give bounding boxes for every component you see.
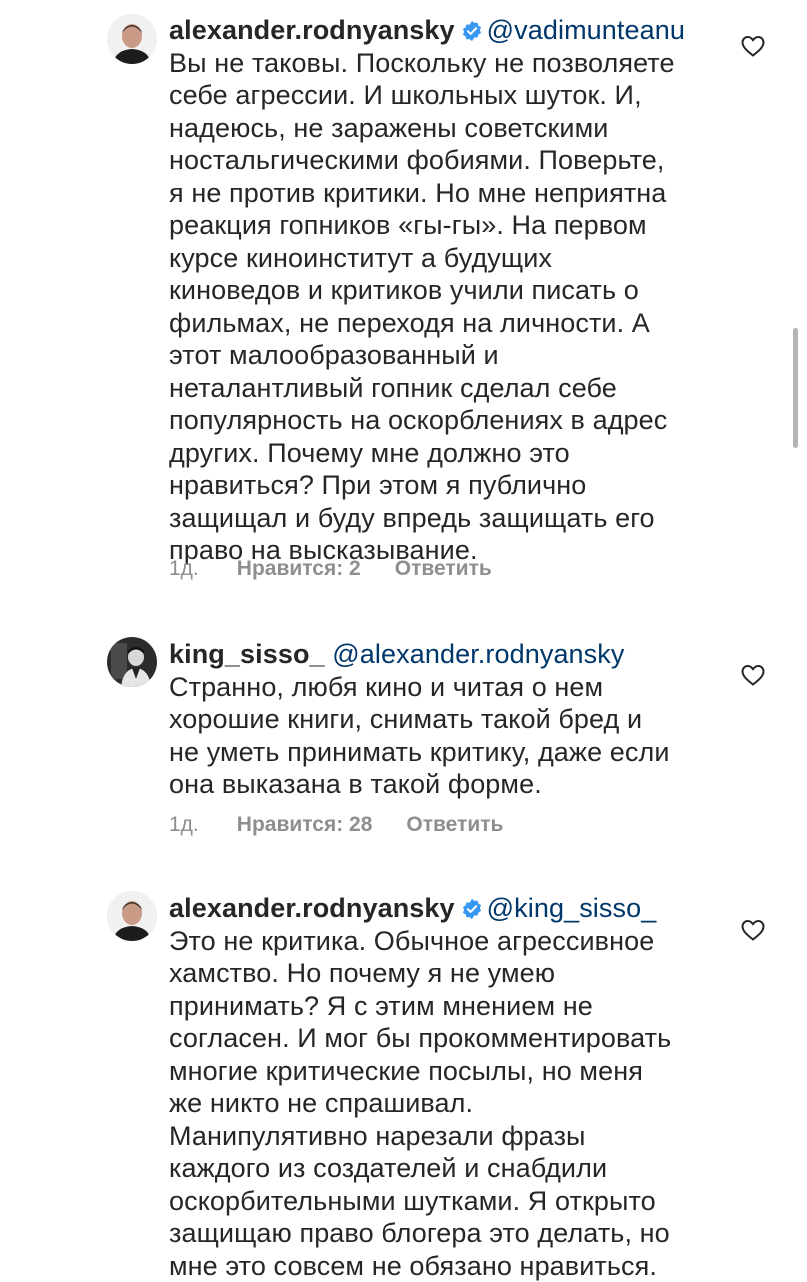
- comment-text-line: Это не критика. Обычное агрессивное: [169, 925, 729, 958]
- verified-badge-icon: [461, 898, 483, 920]
- like-heart-icon[interactable]: [740, 34, 766, 58]
- username[interactable]: king_sisso_: [169, 639, 325, 669]
- username[interactable]: alexander.rodnyansky: [169, 893, 455, 923]
- comment-text-line: ностальгическими фобиями. Поверьте,: [169, 144, 729, 177]
- verified-badge-icon: [461, 20, 483, 42]
- comment-meta: 1д. Нравится: 28 Ответить: [169, 813, 503, 837]
- comment-text-line: этот малообразованный и: [169, 339, 729, 372]
- avatar-dark-photo-icon: [107, 637, 157, 687]
- like-heart-icon[interactable]: [740, 918, 766, 942]
- comment-text-line: курсе киноинститут а будущих: [169, 242, 729, 275]
- avatar-man-icon: [107, 891, 157, 941]
- comment-text-line: согласен. И мог бы прокомментировать: [169, 1022, 729, 1055]
- avatar[interactable]: [107, 637, 157, 687]
- avatar[interactable]: [107, 14, 157, 64]
- comment-text-line: я не против критики. Но мне неприятна: [169, 177, 729, 210]
- comment-text-line: популярность на оскорблениях в адрес: [169, 404, 729, 437]
- comment-text-line: не уметь принимать критику, даже если: [169, 736, 729, 769]
- comment-time: 1д.: [169, 557, 199, 581]
- comment-text: Странно, любя кино и читая о нем хорошие…: [169, 671, 729, 801]
- comment-text-line: многие критические посылы, но меня: [169, 1055, 729, 1088]
- comment-meta: 1д. Нравится: 2 Ответить: [169, 557, 492, 581]
- comment-text-line: принимать? Я с этим мнением не: [169, 990, 729, 1023]
- comment-text-line: хамство. Но почему я не умею: [169, 957, 729, 990]
- username[interactable]: alexander.rodnyansky: [169, 15, 455, 45]
- comment-text-line: себе агрессии. И школьных шуток. И,: [169, 79, 729, 112]
- comment-text-line: Странно, любя кино и читая о нем: [169, 671, 729, 704]
- reply-button[interactable]: Ответить: [406, 813, 503, 837]
- comment-text-line: реакция гопников «гы-гы». На первом: [169, 209, 729, 242]
- comment-text-line: хорошие книги, снимать такой бред и: [169, 703, 729, 736]
- scrollbar[interactable]: [793, 328, 798, 448]
- likes-count[interactable]: Нравится: 28: [237, 813, 373, 837]
- comment-text-line: киноведов и критиков учили писать о: [169, 274, 729, 307]
- comment-text-line: каждого из создателей и снабдили: [169, 1152, 729, 1185]
- mention-link[interactable]: @king_sisso_: [487, 893, 657, 923]
- comment-text-line: мне это совсем не обязано нравиться.: [169, 1250, 729, 1282]
- comment-text-line: же никто не спрашивал.: [169, 1087, 729, 1120]
- comment-text-line: других. Почему мне должно это: [169, 437, 729, 470]
- likes-count[interactable]: Нравится: 2: [237, 557, 361, 581]
- avatar[interactable]: [107, 891, 157, 941]
- mention-link[interactable]: @alexander.rodnyansky: [332, 639, 624, 669]
- comment-text-line: неталантливый гопник сделал себе: [169, 372, 729, 405]
- mention-link[interactable]: @vadimunteanu: [487, 15, 685, 45]
- avatar-man-icon: [107, 14, 157, 64]
- comment-time: 1д.: [169, 813, 199, 837]
- comment-text-line: защищаю право блогера это делать, но: [169, 1217, 729, 1250]
- comment-text-line: оскорбительными шутками. Я открыто: [169, 1185, 729, 1218]
- comment-text: Вы не таковы. Поскольку не позволяете се…: [169, 47, 729, 567]
- comment-text: Это не критика. Обычное агрессивное хамс…: [169, 925, 729, 1282]
- like-heart-icon[interactable]: [740, 663, 766, 687]
- comment-text-line: Манипулятивно нарезали фразы: [169, 1120, 729, 1153]
- comment-text-line: надеюсь, не заражены советскими: [169, 112, 729, 145]
- comment-text-line: фильмах, не переходя на личности. А: [169, 307, 729, 340]
- reply-button[interactable]: Ответить: [395, 557, 492, 581]
- comment-text-line: она выказана в такой форме.: [169, 768, 729, 801]
- comment-text-line: защищал и буду впредь защищать его: [169, 502, 729, 535]
- comment-text-line: нравиться? При этом я публично: [169, 469, 729, 502]
- comment-text-line: Вы не таковы. Поскольку не позволяете: [169, 47, 729, 80]
